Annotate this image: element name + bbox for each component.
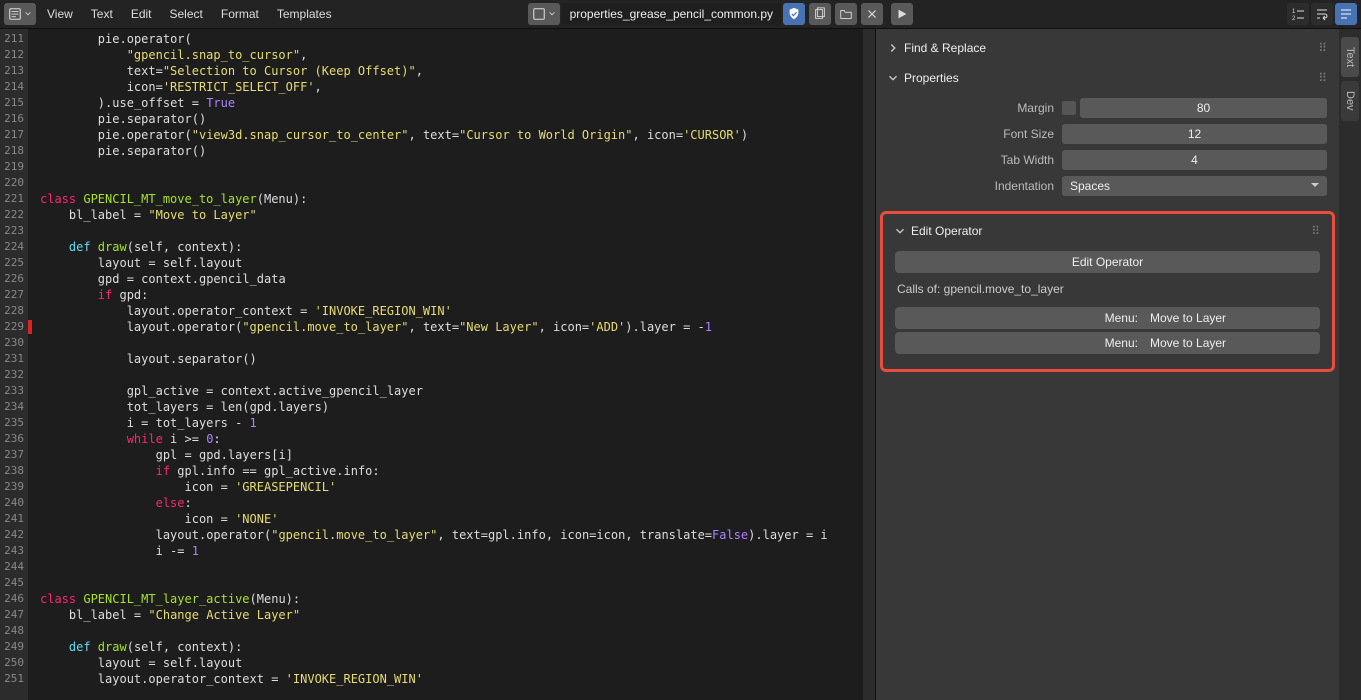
header-bar: View Text Edit Select Format Templates p… xyxy=(0,0,1361,29)
wordwrap-toggle[interactable] xyxy=(1311,3,1333,25)
svg-text:2: 2 xyxy=(1292,16,1296,22)
properties-title: Properties xyxy=(904,71,959,85)
chevron-down-icon xyxy=(886,71,900,85)
editor-type-selector[interactable] xyxy=(4,3,36,25)
margin-field[interactable]: 80 xyxy=(1080,98,1327,118)
menu-view[interactable]: View xyxy=(38,7,82,21)
findreplace-title: Find & Replace xyxy=(904,41,986,55)
chevron-down-icon xyxy=(893,224,907,238)
sidebar-tabstrip: Text Dev xyxy=(1339,29,1361,700)
panel-header-findreplace[interactable]: Find & Replace ⠿ xyxy=(880,35,1335,61)
panel-header-properties[interactable]: Properties ⠿ xyxy=(880,65,1335,91)
tab-dev[interactable]: Dev xyxy=(1341,81,1359,121)
tabwidth-label: Tab Width xyxy=(888,153,1058,167)
code-area[interactable]: pie.operator( "gpencil.snap_to_cursor", … xyxy=(28,29,863,700)
edit-operator-button[interactable]: Edit Operator xyxy=(895,251,1320,273)
menu-move-to-layer-2[interactable]: Menu: Move to Layer xyxy=(895,332,1320,354)
fontsize-field[interactable]: 12 xyxy=(1062,124,1327,144)
menu-edit[interactable]: Edit xyxy=(122,7,161,21)
datablock-selector[interactable] xyxy=(528,3,560,25)
calls-of-text: Calls of: gpencil.move_to_layer xyxy=(895,276,1320,304)
editop-title: Edit Operator xyxy=(911,224,982,238)
code-editor[interactable]: 2112122132142152162172182192202212222232… xyxy=(0,29,863,700)
syntax-toggle[interactable] xyxy=(1335,3,1357,25)
chevron-right-icon xyxy=(886,41,900,55)
grip-icon[interactable]: ⠿ xyxy=(1318,71,1329,85)
panel-find-replace: Find & Replace ⠿ xyxy=(880,35,1335,61)
grip-icon[interactable]: ⠿ xyxy=(1311,224,1322,238)
margin-checkbox[interactable] xyxy=(1062,101,1076,115)
close-icon[interactable] xyxy=(861,3,883,25)
copy-icon[interactable] xyxy=(809,3,831,25)
menu-text[interactable]: Text xyxy=(82,7,122,21)
shield-icon[interactable] xyxy=(783,3,805,25)
grip-icon[interactable]: ⠿ xyxy=(1318,41,1329,55)
indent-select[interactable]: Spaces xyxy=(1062,176,1327,196)
indent-label: Indentation xyxy=(888,179,1058,193)
svg-text:1: 1 xyxy=(1292,9,1296,15)
folder-icon[interactable] xyxy=(835,3,857,25)
menu-templates[interactable]: Templates xyxy=(268,7,341,21)
tab-text[interactable]: Text xyxy=(1341,37,1359,77)
fontsize-label: Font Size xyxy=(888,127,1058,141)
highlighted-panel: Edit Operator ⠿ Edit Operator Calls of: … xyxy=(880,211,1335,372)
run-script-button[interactable] xyxy=(891,3,913,25)
menu-select[interactable]: Select xyxy=(161,7,212,21)
panel-edit-operator: Edit Operator ⠿ Edit Operator Calls of: … xyxy=(887,218,1328,365)
linenumbers-toggle[interactable]: 12 xyxy=(1287,3,1309,25)
line-gutter: 2112122132142152162172182192202212222232… xyxy=(0,29,28,700)
panel-header-editop[interactable]: Edit Operator ⠿ xyxy=(887,218,1328,244)
panel-properties: Properties ⠿ Margin 80 Font Size 12 Tab … xyxy=(880,65,1335,207)
tabwidth-field[interactable]: 4 xyxy=(1062,150,1327,170)
filename-field[interactable]: properties_grease_pencil_common.py xyxy=(562,3,781,25)
scrollbar[interactable] xyxy=(863,29,875,700)
menu-move-to-layer-1[interactable]: Menu: Move to Layer xyxy=(895,307,1320,329)
margin-label: Margin xyxy=(888,101,1058,115)
menu-format[interactable]: Format xyxy=(212,7,268,21)
sidebar: Find & Replace ⠿ Properties ⠿ Margin 80 xyxy=(875,29,1361,700)
